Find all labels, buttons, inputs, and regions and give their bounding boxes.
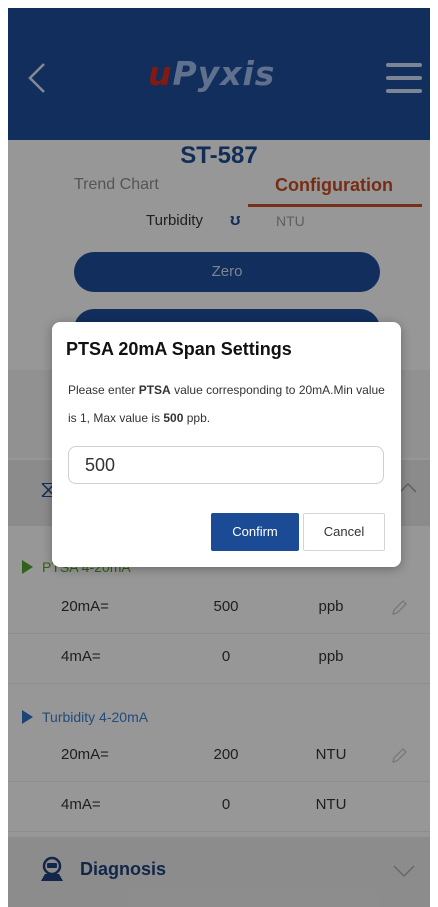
- span-settings-dialog: PTSA 20mA Span Settings Please enter PTS…: [52, 322, 401, 567]
- app-screen: uPyxis ST-587 Trend Chart Configuration …: [8, 8, 430, 907]
- confirm-button[interactable]: Confirm: [211, 513, 299, 551]
- dialog-message: Please enter PTSA value corresponding to…: [68, 383, 385, 425]
- dialog-title: PTSA 20mA Span Settings: [66, 339, 292, 359]
- span-value-input[interactable]: [68, 446, 384, 484]
- cancel-button[interactable]: Cancel: [303, 513, 385, 551]
